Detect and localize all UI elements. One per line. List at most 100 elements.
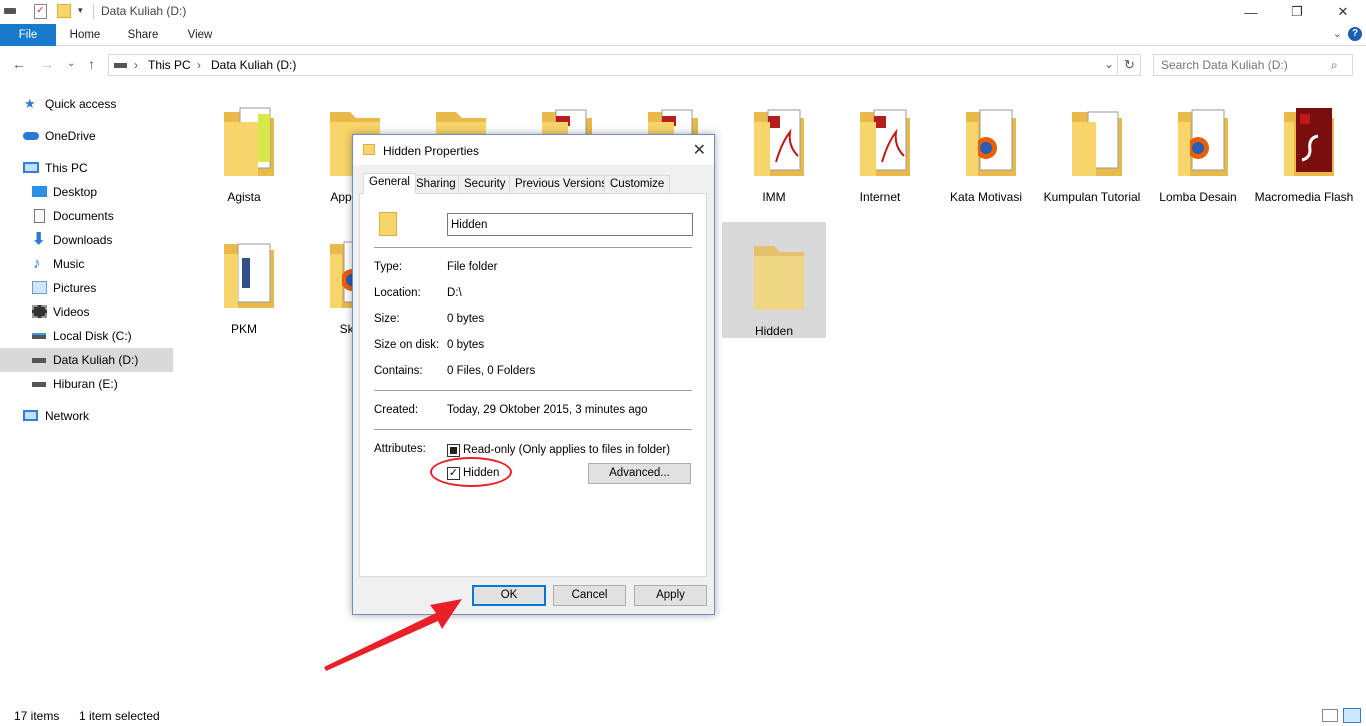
folder-name-field[interactable] [447, 213, 693, 236]
properties-dialog: Hidden Properties ✕ General Sharing Secu… [352, 134, 715, 615]
details-view-icon[interactable] [1322, 709, 1338, 722]
sidebar-item-documents[interactable]: Documents [0, 204, 173, 228]
recent-chevron-icon[interactable]: ⌄ [67, 58, 75, 69]
help-icon[interactable]: ? [1348, 27, 1362, 41]
sidebar-item-onedrive[interactable]: OneDrive [0, 124, 173, 148]
minimize-button[interactable]: — [1228, 0, 1274, 24]
ok-button[interactable]: OK [472, 585, 546, 606]
address-bar[interactable]: › This PC › Data Kuliah (D:) ⌄ [108, 54, 1118, 76]
folder-icon [754, 246, 804, 310]
tab-sharing[interactable]: Sharing [410, 175, 462, 194]
up-icon[interactable]: ↑ [88, 56, 95, 72]
readonly-label: Read-only (Only applies to files in fold… [463, 444, 671, 456]
item-count: 17 items [14, 709, 60, 723]
sidebar-item-music[interactable]: ♪ Music [0, 252, 173, 276]
folder-item[interactable]: Agista [192, 88, 296, 204]
file-name: Lomba Desain [1159, 190, 1237, 204]
chevron-down-icon[interactable]: ⌄ [1104, 57, 1114, 71]
folder-item-selected[interactable]: Hidden [722, 222, 826, 338]
large-icons-view-icon[interactable] [1343, 708, 1361, 723]
tab-general[interactable]: General [363, 173, 416, 194]
folder-item[interactable]: Lomba Desain [1146, 88, 1250, 204]
desktop-icon [32, 186, 47, 197]
navigation-bar: ← → ⌄ ↑ › This PC › Data Kuliah (D:) ⌄ ↻… [0, 46, 1366, 82]
dialog-title-bar: Hidden Properties ✕ [353, 135, 714, 165]
tab-view[interactable]: View [175, 24, 225, 46]
folder-item[interactable]: IMM [722, 88, 826, 204]
size-on-disk-label: Size on disk: [374, 339, 440, 351]
drive-icon [4, 8, 16, 14]
tab-home[interactable]: Home [60, 24, 110, 46]
folder-icon [224, 243, 274, 308]
highlight-ellipse [430, 457, 512, 487]
contains-value: 0 Files, 0 Folders [447, 365, 536, 377]
folder-icon [379, 212, 397, 236]
file-name: PKM [230, 322, 257, 336]
flash-folder-icon [1284, 108, 1334, 176]
sidebar-item-label: OneDrive [45, 129, 96, 143]
file-name: Agista [227, 190, 261, 204]
properties-icon[interactable]: ✓ [34, 4, 47, 19]
sidebar-item-label: Desktop [53, 185, 98, 199]
breadcrumb-separator: › [197, 58, 201, 72]
file-name: Kumpulan Tutorial [1043, 190, 1141, 204]
apply-button[interactable]: Apply [634, 585, 707, 606]
location-label: Location: [374, 287, 421, 299]
folder-item[interactable]: Kumpulan Tutorial [1040, 88, 1144, 204]
computer-icon [23, 162, 39, 173]
refresh-icon[interactable]: ↻ [1119, 54, 1141, 76]
folder-item[interactable]: Macromedia Flash [1252, 88, 1356, 204]
sidebar-item-videos[interactable]: Videos [0, 300, 173, 324]
breadcrumb-data-kuliah[interactable]: Data Kuliah (D:) [211, 58, 296, 72]
folder-item[interactable]: Internet [828, 88, 932, 204]
file-name: Internet [859, 190, 901, 204]
drive-icon [114, 63, 127, 68]
sidebar-item-data-kuliah-d[interactable]: Data Kuliah (D:) [0, 348, 173, 372]
back-icon[interactable]: ← [12, 56, 26, 72]
location-value: D:\ [447, 287, 462, 299]
sidebar-item-hiburan-e[interactable]: Hiburan (E:) [0, 372, 173, 396]
maximize-button[interactable]: ❐ [1274, 0, 1320, 24]
close-icon[interactable]: ✕ [693, 140, 706, 160]
chevron-down-icon[interactable]: ▾ [78, 5, 83, 16]
sidebar-item-local-disk-c[interactable]: Local Disk (C:) [0, 324, 173, 348]
folder-icon [363, 144, 375, 155]
tab-customize[interactable]: Customize [604, 175, 671, 194]
sidebar-item-quick-access[interactable]: ★ Quick access [0, 92, 173, 116]
indeterminate-mark [450, 447, 457, 454]
search-input[interactable] [1153, 54, 1353, 76]
dialog-title: Hidden Properties [383, 144, 480, 158]
folder-item[interactable]: Kata Motivasi [934, 88, 1038, 204]
sidebar-item-label: Videos [53, 305, 90, 319]
music-icon: ♪ [33, 255, 41, 272]
close-button[interactable]: ✕ [1320, 0, 1366, 24]
new-folder-icon[interactable] [57, 4, 71, 18]
tab-previous-versions[interactable]: Previous Versions [509, 175, 614, 194]
tab-security[interactable]: Security [458, 175, 512, 194]
forward-icon[interactable]: → [40, 56, 54, 72]
folder-icon [1072, 111, 1122, 176]
sidebar-item-network[interactable]: Network [0, 404, 173, 428]
drive-icon [32, 382, 46, 387]
sidebar-item-downloads[interactable]: ⬇ Downloads [0, 228, 173, 252]
videos-icon [32, 305, 47, 318]
created-value: Today, 29 Oktober 2015, 3 minutes ago [447, 404, 648, 416]
tab-share[interactable]: Share [118, 24, 168, 46]
sidebar-item-this-pc[interactable]: This PC [0, 156, 173, 180]
chevron-down-icon[interactable]: ⌄ [1333, 27, 1342, 40]
folder-icon [224, 107, 274, 176]
tab-file[interactable]: File [0, 24, 56, 46]
advanced-button[interactable]: Advanced... [588, 463, 691, 484]
firefox-folder-icon [966, 109, 1016, 176]
sidebar-item-desktop[interactable]: Desktop [0, 180, 173, 204]
file-name: Macromedia Flash [1254, 190, 1354, 204]
breadcrumb-this-pc[interactable]: This PC [148, 58, 191, 72]
pdf-folder-icon [754, 109, 804, 176]
cancel-button[interactable]: Cancel [553, 585, 626, 606]
folder-item[interactable]: PKM [192, 220, 296, 336]
readonly-checkbox[interactable] [447, 444, 460, 457]
star-icon: ★ [24, 96, 36, 111]
sidebar-item-pictures[interactable]: Pictures [0, 276, 173, 300]
search-icon: ⌕ [1331, 58, 1338, 72]
drive-icon [32, 333, 46, 339]
